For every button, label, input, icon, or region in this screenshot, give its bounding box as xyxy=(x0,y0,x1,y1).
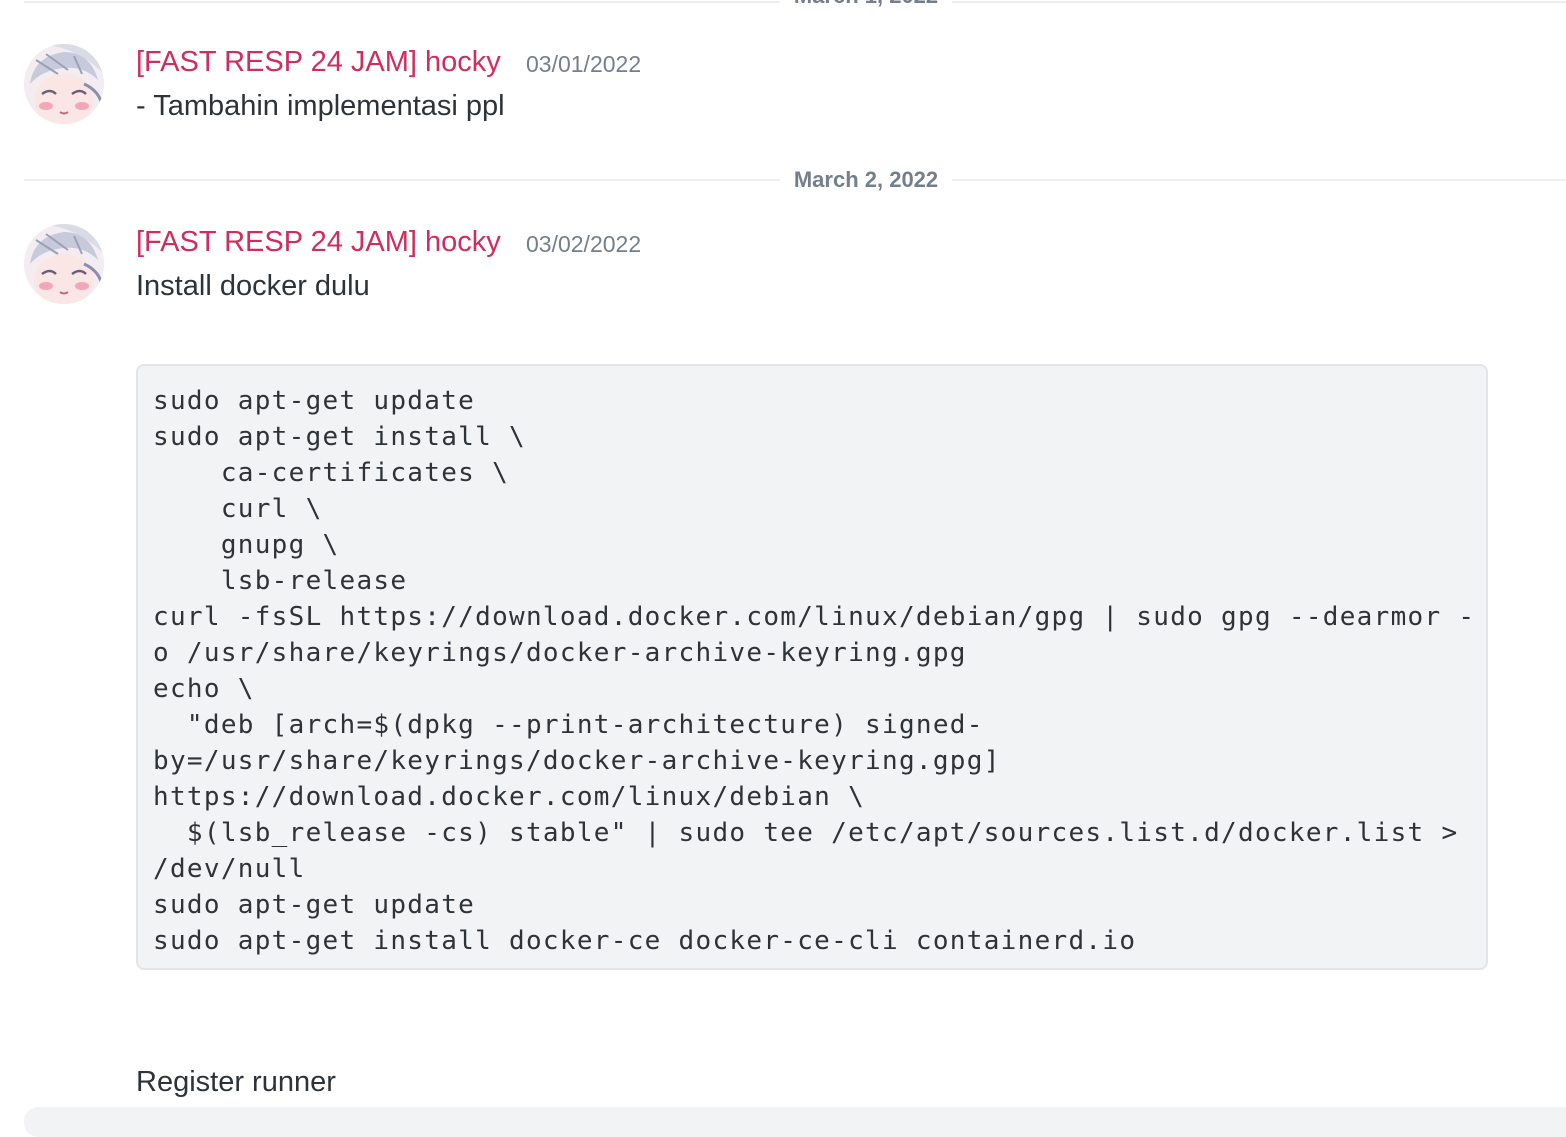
message-timestamp: 03/02/2022 xyxy=(526,231,642,257)
avatar-image xyxy=(24,224,104,304)
date-divider-label: March 2, 2022 xyxy=(780,168,952,192)
message-text: Register runner xyxy=(136,1066,336,1098)
code-content: sudo apt-get update sudo apt-get install… xyxy=(153,386,1476,956)
message-author[interactable]: [FAST RESP 24 JAM] hocky xyxy=(136,222,501,262)
message-text: - Tambahin implementasi ppl xyxy=(136,90,505,122)
message-author[interactable]: [FAST RESP 24 JAM] hocky xyxy=(136,42,501,82)
avatar-image xyxy=(24,44,104,124)
next-code-block[interactable] xyxy=(24,1107,1566,1137)
code-block[interactable]: sudo apt-get update sudo apt-get install… xyxy=(136,364,1488,970)
date-divider-label: March 1, 2022 xyxy=(780,0,952,8)
avatar[interactable] xyxy=(24,44,104,124)
avatar[interactable] xyxy=(24,224,104,304)
message-timestamp: 03/01/2022 xyxy=(526,51,642,77)
message-text: Install docker dulu xyxy=(136,270,370,302)
